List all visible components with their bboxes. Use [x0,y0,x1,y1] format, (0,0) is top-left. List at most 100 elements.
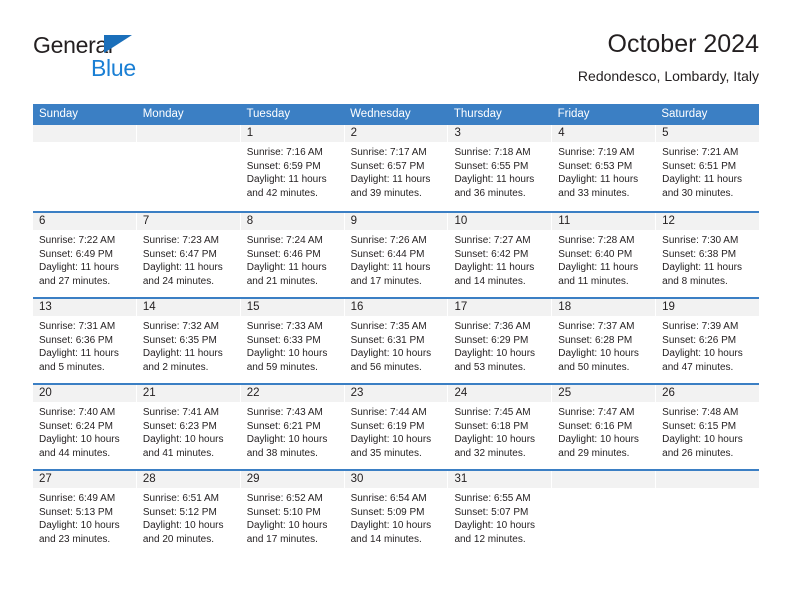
day-sun-info: Sunrise: 7:36 AM Sunset: 6:29 PM Daylight:… [448,316,551,374]
day-number: 18 [552,299,656,316]
daylight-text: Daylight: 11 hours and 42 minutes. [246,174,327,199]
generalblue-logo: General Blue [33,32,233,90]
day-number: 28 [136,471,240,488]
calendar-day-cell[interactable]: 28 Sunrise: 6:51 AM Sunset: 5:12 PM Dayligh… [136,471,241,555]
calendar-day-cell[interactable]: 5 Sunrise: 7:21 AM Sunset: 6:51 PM Daylight… [656,125,760,211]
day-sun-info: Sunrise: 7:37 AM Sunset: 6:28 PM Daylight:… [552,316,655,374]
calendar-week-row: 27 Sunrise: 6:49 AM Sunset: 5:13 PM Dayligh… [33,469,760,555]
calendar-day-cell[interactable]: 14 Sunrise: 7:32 AM Sunset: 6:35 PM Dayligh… [136,299,241,383]
calendar-day-cell[interactable]: 4 Sunrise: 7:19 AM Sunset: 6:53 PM Daylight… [552,125,657,211]
daylight-text: Daylight: 11 hours and 2 minutes. [142,348,223,373]
calendar-day-cell[interactable]: 27 Sunrise: 6:49 AM Sunset: 5:13 PM Dayligh… [33,471,137,555]
daylight-text: Daylight: 11 hours and 11 minutes. [558,262,639,287]
sunset-text: Sunset: 6:42 PM [454,248,529,260]
calendar-day-cell[interactable]: 8 Sunrise: 7:24 AM Sunset: 6:46 PM Daylight… [240,213,345,297]
day-sun-info: Sunrise: 7:23 AM Sunset: 6:47 PM Daylight:… [137,230,240,288]
calendar-week-row: 6 Sunrise: 7:22 AM Sunset: 6:49 PM Daylight… [33,211,760,297]
logo-text-blue: Blue [91,55,136,81]
sunrise-text: Sunrise: 7:35 AM [350,321,427,332]
sunrise-text: Sunrise: 7:28 AM [558,235,635,246]
daylight-text: Daylight: 10 hours and 44 minutes. [39,434,120,459]
day-sun-info: Sunrise: 7:48 AM Sunset: 6:15 PM Daylight:… [656,402,759,460]
calendar-day-cell[interactable]: 17 Sunrise: 7:36 AM Sunset: 6:29 PM Dayligh… [448,299,553,383]
day-number: 25 [552,385,656,402]
daylight-text: Daylight: 11 hours and 30 minutes. [662,174,743,199]
calendar-day-cell[interactable]: 22 Sunrise: 7:43 AM Sunset: 6:21 PM Dayligh… [240,385,345,469]
sunset-text: Sunset: 6:49 PM [39,248,113,260]
calendar-day-cell[interactable]: 11 Sunrise: 7:28 AM Sunset: 6:40 PM Dayligh… [552,213,657,297]
logo-triangle-icon [104,35,132,53]
calendar-day-cell[interactable]: 2 Sunrise: 7:17 AM Sunset: 6:57 PM Daylight… [344,125,449,211]
day-sun-info: Sunrise: 7:41 AM Sunset: 6:23 PM Daylight:… [137,402,240,460]
location-subtitle: Redondesco, Lombardy, Italy [577,68,759,84]
day-number: 11 [552,213,656,230]
day-sun-info: Sunrise: 7:43 AM Sunset: 6:21 PM Daylight:… [241,402,344,460]
calendar-day-cell[interactable]: 31 Sunrise: 6:55 AM Sunset: 5:07 PM Dayligh… [448,471,553,555]
sunrise-text: Sunrise: 6:52 AM [246,493,323,504]
sunrise-text: Sunrise: 7:17 AM [350,147,427,158]
calendar-day-cell[interactable]: 15 Sunrise: 7:33 AM Sunset: 6:33 PM Dayligh… [240,299,345,383]
calendar-day-cell[interactable]: 7 Sunrise: 7:23 AM Sunset: 6:47 PM Daylight… [136,213,241,297]
calendar-day-cell[interactable]: 29 Sunrise: 6:52 AM Sunset: 5:10 PM Dayligh… [240,471,345,555]
sunrise-text: Sunrise: 7:19 AM [558,147,635,158]
calendar-day-cell[interactable]: 6 Sunrise: 7:22 AM Sunset: 6:49 PM Daylight… [33,213,137,297]
calendar-day-cell[interactable]: 10 Sunrise: 7:27 AM Sunset: 6:42 PM Dayligh… [448,213,553,297]
sunrise-text: Sunrise: 7:26 AM [350,235,427,246]
calendar-day-cell[interactable]: 24 Sunrise: 7:45 AM Sunset: 6:18 PM Dayligh… [448,385,553,469]
day-number: 27 [33,471,136,488]
sunrise-text: Sunrise: 7:39 AM [662,321,739,332]
calendar-day-cell[interactable]: 25 Sunrise: 7:47 AM Sunset: 6:16 PM Dayligh… [552,385,657,469]
day-sun-info: Sunrise: 6:49 AM Sunset: 5:13 PM Daylight:… [33,488,136,546]
sunrise-text: Sunrise: 7:48 AM [662,407,739,418]
sunrise-text: Sunrise: 7:30 AM [662,235,739,246]
sunset-text: Sunset: 6:15 PM [662,420,737,432]
sunset-text: Sunset: 6:24 PM [39,420,113,432]
calendar-day-cell[interactable]: 3 Sunrise: 7:18 AM Sunset: 6:55 PM Daylight… [448,125,553,211]
calendar-day-cell[interactable]: 20 Sunrise: 7:40 AM Sunset: 6:24 PM Dayligh… [33,385,137,469]
sunrise-text: Sunrise: 7:27 AM [454,235,531,246]
day-number: 22 [240,385,344,402]
sunrise-text: Sunrise: 7:22 AM [39,235,116,246]
day-number: 13 [33,299,136,316]
calendar-day-cell[interactable]: 12 Sunrise: 7:30 AM Sunset: 6:38 PM Dayligh… [656,213,760,297]
daylight-text: Daylight: 10 hours and 23 minutes. [39,520,120,545]
daylight-text: Daylight: 11 hours and 33 minutes. [558,174,639,199]
calendar-day-cell[interactable]: 9 Sunrise: 7:26 AM Sunset: 6:44 PM Daylight… [344,213,449,297]
sunrise-text: Sunrise: 7:23 AM [142,235,220,246]
day-sun-info: Sunrise: 6:52 AM Sunset: 5:10 PM Daylight:… [241,488,344,546]
day-number: 1 [240,125,344,142]
sunset-text: Sunset: 6:35 PM [142,334,217,346]
calendar-day-cell[interactable]: 30 Sunrise: 6:54 AM Sunset: 5:09 PM Dayligh… [344,471,449,555]
sunrise-text: Sunrise: 7:41 AM [142,407,220,418]
calendar-day-cell[interactable]: 18 Sunrise: 7:37 AM Sunset: 6:28 PM Dayligh… [552,299,657,383]
day-number: 15 [240,299,344,316]
calendar-day-cell[interactable]: 23 Sunrise: 7:44 AM Sunset: 6:19 PM Dayligh… [344,385,449,469]
calendar-day-cell[interactable]: 16 Sunrise: 7:35 AM Sunset: 6:31 PM Dayligh… [344,299,449,383]
sunset-text: Sunset: 6:29 PM [454,334,529,346]
calendar-day-cell[interactable]: 13 Sunrise: 7:31 AM Sunset: 6:36 PM Dayligh… [33,299,137,383]
day-number: 24 [448,385,552,402]
calendar-page: General Blue October 2024 Redondesco, Lo… [0,0,792,612]
day-sun-info: Sunrise: 7:33 AM Sunset: 6:33 PM Daylight:… [241,316,344,374]
day-number: 31 [448,471,552,488]
day-sun-info: Sunrise: 7:17 AM Sunset: 6:57 PM Daylight:… [345,142,448,200]
calendar-week-row: 20 Sunrise: 7:40 AM Sunset: 6:24 PM Dayligh… [33,383,760,469]
sunset-text: Sunset: 6:33 PM [246,334,321,346]
sunrise-text: Sunrise: 6:55 AM [454,493,531,504]
weekday-header-tuesday: Tuesday [246,108,291,120]
calendar-day-cell[interactable]: 19 Sunrise: 7:39 AM Sunset: 6:26 PM Dayligh… [656,299,760,383]
sunrise-text: Sunrise: 6:49 AM [39,493,116,504]
calendar-day-cell[interactable]: 1 Sunrise: 7:16 AM Sunset: 6:59 PM Daylight… [240,125,345,211]
day-number: 5 [656,125,760,142]
sunrise-text: Sunrise: 7:37 AM [558,321,635,332]
calendar-weeks: 1 Sunrise: 7:16 AM Sunset: 6:59 PM Daylight… [33,125,760,555]
sunset-text: Sunset: 5:09 PM [350,506,425,518]
day-number [33,125,136,142]
calendar-day-cell[interactable]: 21 Sunrise: 7:41 AM Sunset: 6:23 PM Dayligh… [136,385,241,469]
calendar-day-cell[interactable]: 26 Sunrise: 7:48 AM Sunset: 6:15 PM Dayligh… [656,385,760,469]
day-number: 19 [656,299,760,316]
day-sun-info: Sunrise: 7:22 AM Sunset: 6:49 PM Daylight:… [33,230,136,288]
sunset-text: Sunset: 6:51 PM [662,160,737,172]
sunset-text: Sunset: 5:13 PM [39,506,113,518]
daylight-text: Daylight: 10 hours and 26 minutes. [662,434,743,459]
